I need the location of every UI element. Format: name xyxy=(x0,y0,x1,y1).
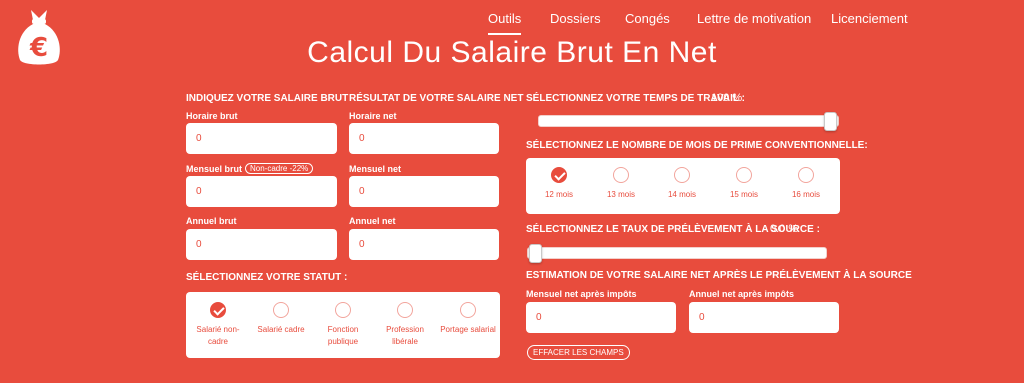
clear-fields-button[interactable]: EFFACER LES CHAMPS xyxy=(527,345,630,360)
radio-icon[interactable] xyxy=(798,167,814,183)
annuel-net-field[interactable] xyxy=(349,229,499,260)
mensuel-net-impots-label: Mensuel net après impôts xyxy=(526,289,637,299)
horaire-brut-field[interactable] xyxy=(186,123,337,154)
statut-option-fonction-publique[interactable]: Fonction publique xyxy=(315,302,371,346)
option-label: Salarié cadre xyxy=(257,325,305,334)
top-nav: Outils Dossiers Congés Lettre de motivat… xyxy=(0,11,1024,35)
option-label: Salarié non- xyxy=(196,325,240,334)
annuel-net-input[interactable] xyxy=(359,230,489,259)
temps-value: 100 % xyxy=(711,92,743,104)
prime-option-14[interactable]: 14 mois xyxy=(653,167,711,199)
option-label: libérale xyxy=(392,337,418,346)
check-icon[interactable] xyxy=(210,302,226,318)
option-label: 14 mois xyxy=(667,190,696,199)
prelevement-slider[interactable] xyxy=(527,244,827,263)
check-icon[interactable] xyxy=(551,167,567,183)
statut-panel: Salarié non- cadre Salarié cadre Fonctio… xyxy=(186,292,500,358)
estimation-heading: ESTIMATION DE VOTRE SALAIRE NET APRÈS LE… xyxy=(526,270,912,281)
nav-dossiers[interactable]: Dossiers xyxy=(550,11,601,26)
prime-panel: 12 mois 13 mois 14 mois 15 mois 16 mois xyxy=(526,158,840,214)
option-label: 12 mois xyxy=(544,190,573,199)
horaire-net-label: Horaire net xyxy=(349,111,397,121)
horaire-net-field[interactable] xyxy=(349,123,499,154)
radio-icon[interactable] xyxy=(736,167,752,183)
mensuel-net-impots-field[interactable] xyxy=(526,302,676,333)
radio-icon[interactable] xyxy=(335,302,351,318)
prelevement-slider-handle[interactable] xyxy=(529,244,542,263)
nav-licenciement[interactable]: Licenciement xyxy=(831,11,908,26)
prime-option-13[interactable]: 13 mois xyxy=(592,167,650,199)
non-cadre-badge: Non-cadre -22% xyxy=(245,163,314,174)
page-title: Calcul Du Salaire Brut En Net xyxy=(307,36,717,69)
statut-option-profession-liberale[interactable]: Profession libérale xyxy=(377,302,433,346)
prelevement-value: 0.0 % xyxy=(770,223,799,235)
horaire-brut-label: Horaire brut xyxy=(186,111,238,121)
radio-icon[interactable] xyxy=(613,167,629,183)
radio-icon[interactable] xyxy=(460,302,476,318)
mensuel-net-impots-input[interactable] xyxy=(536,303,666,332)
horaire-net-input[interactable] xyxy=(359,124,489,153)
option-label: Profession xyxy=(386,325,424,334)
horaire-brut-input[interactable] xyxy=(196,124,327,153)
option-label: cadre xyxy=(207,337,228,346)
mensuel-net-field[interactable] xyxy=(349,176,499,207)
statut-option-salarie-non-cadre[interactable]: Salarié non- cadre xyxy=(190,302,246,346)
mensuel-brut-label: Mensuel brut xyxy=(186,164,243,174)
prime-option-16[interactable]: 16 mois xyxy=(777,167,835,199)
temps-slider[interactable] xyxy=(538,112,839,131)
mensuel-brut-field[interactable] xyxy=(186,176,337,207)
option-label: 15 mois xyxy=(729,190,758,199)
nav-conges[interactable]: Congés xyxy=(625,11,670,26)
annuel-net-impots-label: Annuel net après impôts xyxy=(689,289,795,299)
annuel-brut-field[interactable] xyxy=(186,229,337,260)
mensuel-net-label: Mensuel net xyxy=(349,164,402,174)
option-label: 13 mois xyxy=(606,190,635,199)
prime-option-15[interactable]: 15 mois xyxy=(715,167,773,199)
option-label: Fonction xyxy=(327,325,359,334)
prime-heading: SÉLECTIONNEZ LE NOMBRE DE MOIS DE PRIME … xyxy=(526,140,868,151)
radio-icon[interactable] xyxy=(397,302,413,318)
annuel-brut-input[interactable] xyxy=(196,230,327,259)
option-label: 16 mois xyxy=(791,190,820,199)
annuel-net-impots-field[interactable] xyxy=(689,302,839,333)
statut-option-portage-salarial[interactable]: Portage salarial xyxy=(436,302,500,337)
statut-option-salarie-cadre[interactable]: Salarié cadre xyxy=(252,302,310,337)
mensuel-brut-input[interactable] xyxy=(196,177,327,206)
option-label: publique xyxy=(327,337,359,346)
radio-icon[interactable] xyxy=(674,167,690,183)
nav-outils[interactable]: Outils xyxy=(488,11,522,35)
radio-icon[interactable] xyxy=(273,302,289,318)
prime-option-12[interactable]: 12 mois xyxy=(530,167,588,199)
annuel-net-impots-input[interactable] xyxy=(699,303,829,332)
nav-lettre-motivation[interactable]: Lettre de motivation xyxy=(697,11,811,26)
annuel-brut-label: Annuel brut xyxy=(186,216,237,226)
statut-heading: SÉLECTIONNEZ VOTRE STATUT : xyxy=(186,272,348,283)
temps-slider-handle[interactable] xyxy=(824,112,837,131)
annuel-net-label: Annuel net xyxy=(349,216,396,226)
brut-heading: INDIQUEZ VOTRE SALAIRE BRUT xyxy=(186,93,349,104)
option-label: Portage salarial xyxy=(440,325,496,334)
mensuel-net-input[interactable] xyxy=(359,177,489,206)
net-heading: RÉSULTAT DE VOTRE SALAIRE NET xyxy=(349,93,524,104)
